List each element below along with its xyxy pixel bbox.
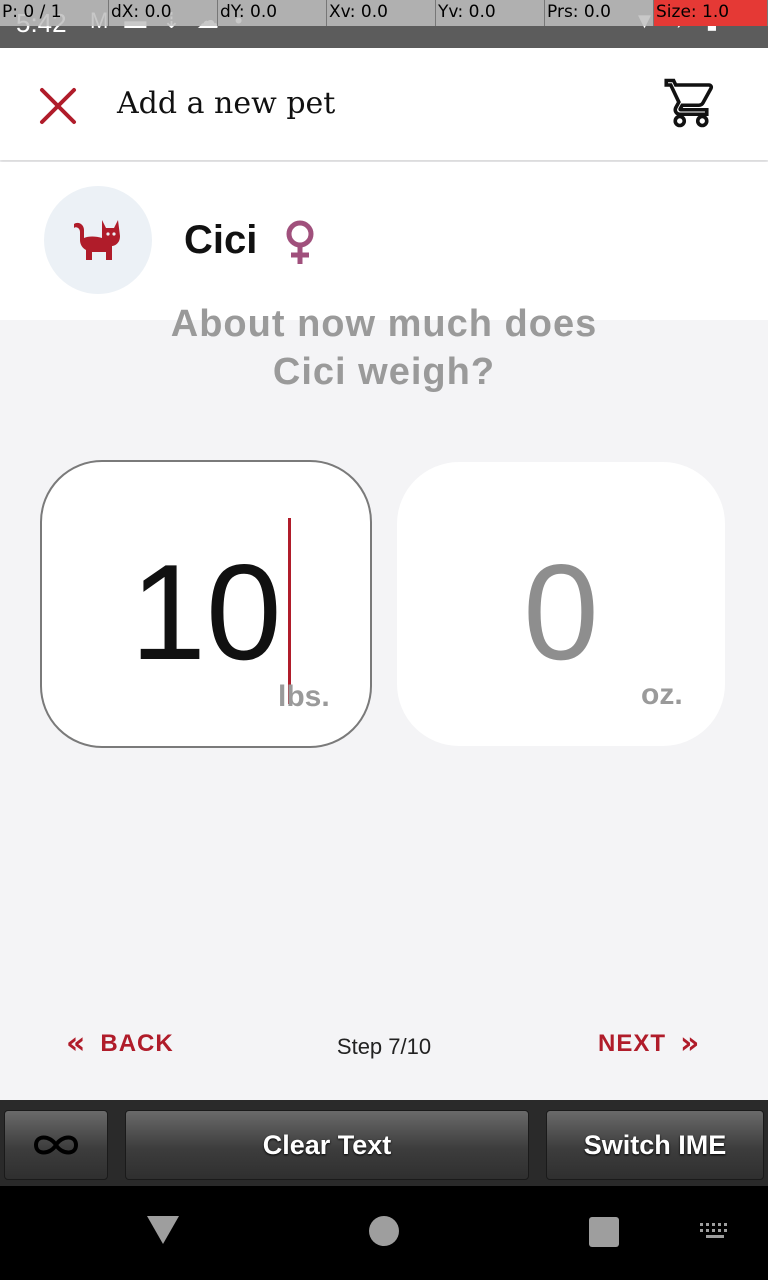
- infinity-icon: [33, 1135, 79, 1155]
- cat-icon: [74, 220, 120, 260]
- app-bar: Add a new pet: [0, 48, 768, 160]
- female-icon: [286, 220, 314, 264]
- overlay-pointer-count: P: 0 / 1: [0, 0, 109, 26]
- lbs-unit-label: lbs.: [278, 680, 330, 713]
- keyboard-toolbar: Clear Text Switch IME: [0, 1100, 768, 1186]
- oz-value: 0: [523, 536, 599, 688]
- double-chevron-left-icon: «: [66, 1026, 87, 1061]
- page-title: Add a new pet: [117, 86, 336, 121]
- oz-unit-label: oz.: [641, 678, 683, 711]
- step-navigation: Step 7/10 « BACK NEXT »: [0, 1020, 768, 1070]
- close-button[interactable]: [32, 80, 84, 132]
- clear-text-button[interactable]: Clear Text: [125, 1110, 529, 1180]
- next-label: NEXT: [598, 1030, 667, 1057]
- lbs-value: 10: [130, 536, 282, 688]
- nav-recents-icon[interactable]: [589, 1217, 619, 1247]
- overlay-dy: dY: 0.0: [218, 0, 327, 26]
- cart-icon: [664, 78, 714, 128]
- lbs-input[interactable]: 10 lbs.: [40, 460, 372, 748]
- overlay-xv: Xv: 0.0: [327, 0, 436, 26]
- back-button[interactable]: « BACK: [66, 1026, 174, 1061]
- weight-question: About now much does Cici weigh?: [100, 300, 668, 396]
- oz-input[interactable]: 0 oz.: [397, 462, 725, 746]
- next-button[interactable]: NEXT »: [598, 1026, 701, 1061]
- overlay-yv: Yv: 0.0: [436, 0, 545, 26]
- keyboard-icon[interactable]: [698, 1222, 732, 1240]
- nav-home-icon[interactable]: [369, 1216, 399, 1246]
- nav-back-icon[interactable]: [146, 1214, 180, 1246]
- question-line-2: Cici weigh?: [272, 351, 496, 393]
- overlay-size: Size: 1.0: [654, 0, 768, 26]
- system-nav-bar: [0, 1186, 768, 1280]
- pet-header: Cici: [0, 162, 768, 320]
- overlay-dx: dX: 0.0: [109, 0, 218, 26]
- question-line-1: About now much does: [170, 303, 598, 345]
- cart-button[interactable]: [664, 76, 718, 130]
- text-cursor: [288, 518, 291, 704]
- pet-name: Cici: [184, 218, 258, 262]
- close-icon: [40, 88, 76, 124]
- back-label: BACK: [100, 1030, 174, 1057]
- switch-ime-button[interactable]: Switch IME: [546, 1110, 764, 1180]
- double-chevron-right-icon: »: [680, 1026, 701, 1061]
- infinity-button[interactable]: [4, 1110, 108, 1180]
- pointer-location-overlay: P: 0 / 1 dX: 0.0 dY: 0.0 Xv: 0.0 Yv: 0.0…: [0, 0, 768, 26]
- overlay-pressure: Prs: 0.0: [545, 0, 654, 26]
- avatar: [44, 186, 152, 294]
